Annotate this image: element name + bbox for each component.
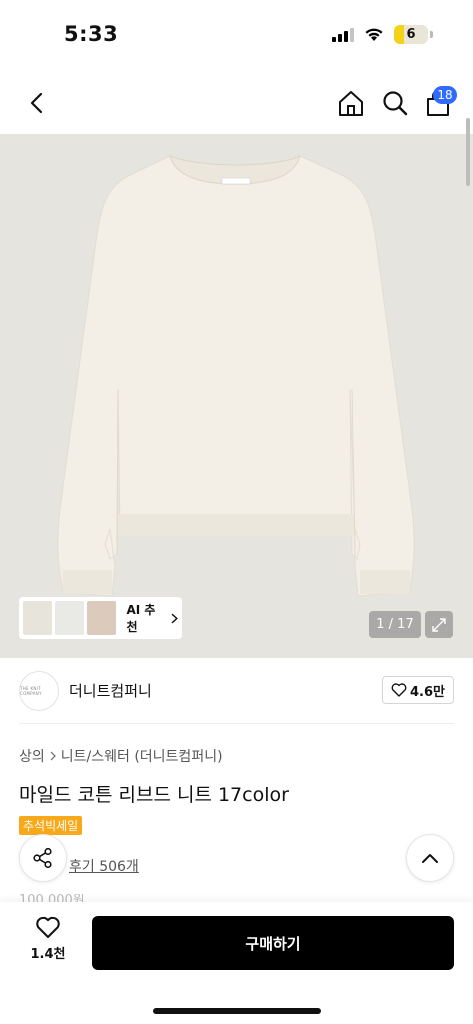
price-partial: 100,000원 (19, 894, 85, 902)
share-button[interactable] (19, 834, 67, 882)
sweater-illustration (57, 155, 415, 597)
battery-icon: 6 (394, 25, 428, 44)
brand-like-button[interactable]: 4.6만 (382, 676, 454, 704)
chevron-right-icon (50, 751, 56, 761)
image-pager: 1 / 17 (369, 611, 421, 638)
brand-row[interactable]: THE KNIT COMPANY 더니트컴퍼니 4.6만 (0, 668, 473, 716)
product-image[interactable] (0, 134, 473, 658)
home-icon (339, 91, 363, 116)
status-icons: 6 (332, 25, 433, 44)
scroll-to-top-button[interactable] (406, 834, 454, 882)
chevron-right-icon (171, 613, 178, 623)
similar-items-strip[interactable]: AI 추천 (19, 597, 182, 639)
breadcrumb: 상의 니트/스웨터 (더니트컴퍼니) (19, 746, 223, 766)
top-navigation (0, 72, 473, 134)
home-indicator (153, 1008, 321, 1014)
product-title: 마일드 코튼 리브드 니트 17color (19, 784, 289, 806)
search-icon (383, 91, 408, 116)
ai-recommend-link[interactable]: AI 추천 (126, 601, 178, 635)
wifi-icon (365, 28, 383, 41)
review-count-link[interactable]: 후기 506개 (69, 856, 139, 876)
share-icon (33, 847, 52, 869)
ai-recommend-label: AI 추천 (126, 603, 156, 634)
brand-like-count: 4.6만 (410, 684, 445, 700)
like-button[interactable]: 1.4천 (22, 916, 74, 976)
cart-count-badge: 18 (433, 86, 457, 104)
like-count: 1.4천 (30, 947, 66, 962)
thumbnail-cream-sweater[interactable] (23, 601, 53, 635)
heart-icon (391, 683, 407, 697)
brand-name[interactable]: 더니트컴퍼니 (69, 680, 152, 701)
thumbnail-beige-sweater[interactable] (87, 601, 117, 635)
home-button[interactable] (336, 88, 366, 118)
status-time: 5:33 (64, 22, 119, 46)
heart-icon (36, 916, 60, 938)
back-button[interactable] (22, 88, 50, 118)
battery-tip (430, 31, 433, 38)
chevron-up-icon (422, 854, 438, 863)
expand-image-button[interactable] (425, 611, 453, 638)
sale-badge: 추석빅세일 (19, 816, 83, 835)
breadcrumb-category[interactable]: 상의 (19, 746, 45, 766)
breadcrumb-subcategory[interactable]: 니트/스웨터 (더니트컴퍼니) (61, 746, 223, 766)
back-chevron-icon (30, 92, 43, 114)
bottom-action-bar: 1.4천 구매하기 (0, 902, 473, 1024)
search-button[interactable] (380, 88, 410, 118)
expand-icon (432, 617, 446, 632)
divider (19, 723, 454, 724)
brand-logo-text: THE KNIT COMPANY (20, 686, 42, 696)
cellular-signal-icon (332, 27, 354, 42)
thumbnail-white-sweater[interactable] (55, 601, 85, 635)
status-bar: 5:33 6 (0, 0, 473, 70)
battery-level: 6 (406, 27, 416, 42)
scroll-indicator[interactable] (466, 118, 470, 186)
buy-button[interactable]: 구매하기 (92, 916, 454, 970)
brand-logo[interactable]: THE KNIT COMPANY (19, 671, 59, 711)
